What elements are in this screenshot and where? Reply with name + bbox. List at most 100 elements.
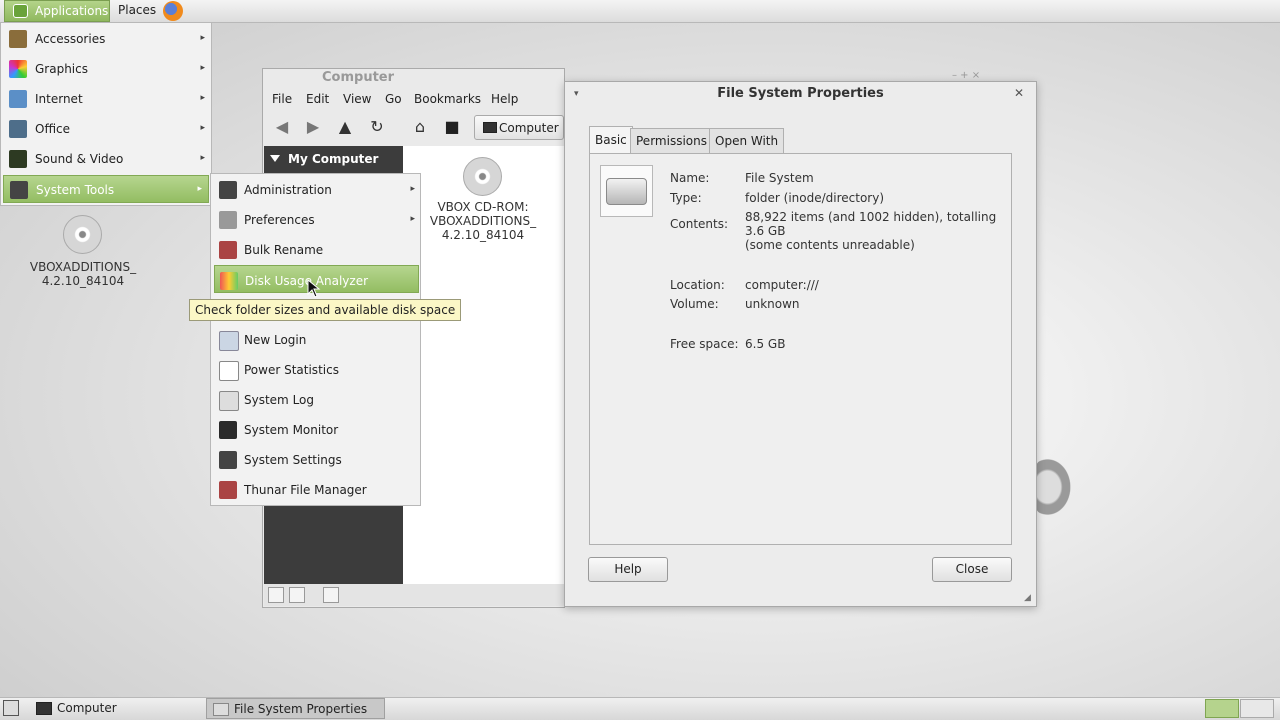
- mint-logo-icon: [13, 4, 28, 18]
- menu-item-label: System Log: [244, 393, 314, 407]
- menu-item-accessories[interactable]: Accessories ▸: [3, 25, 211, 53]
- graphics-icon: [9, 60, 27, 78]
- location-label: Location:: [670, 278, 725, 292]
- cd-rom-label: VBOX CD-ROM: VBOXADDITIONS_ 4.2.10_84104: [423, 200, 543, 242]
- side-pane-header-label: My Computer: [288, 152, 379, 166]
- applications-menu-button[interactable]: Applications: [4, 0, 110, 22]
- toggle-sidebar-icon[interactable]: [323, 587, 339, 603]
- menu-item-office[interactable]: Office ▸: [3, 115, 211, 143]
- applications-menu: Accessories ▸ Graphics ▸ Internet ▸ Offi…: [0, 22, 212, 206]
- workspace-2[interactable]: [1240, 699, 1274, 718]
- system-monitor-icon: [219, 421, 237, 439]
- computer-icon[interactable]: ■: [442, 117, 462, 137]
- menu-item-label: System Monitor: [244, 423, 339, 437]
- taskbar-item-label: File System Properties: [234, 702, 368, 716]
- menu-item-label: Thunar File Manager: [244, 483, 367, 497]
- menu-item-administration[interactable]: Administration ▸: [214, 175, 419, 203]
- tab-open-with[interactable]: Open With: [709, 128, 785, 153]
- system-tools-icon: [10, 181, 28, 199]
- desktop-icon-label-line1: VBOXADDITIONS_: [29, 260, 137, 274]
- taskbar-item-computer[interactable]: Computer: [30, 698, 202, 719]
- office-icon: [9, 120, 27, 138]
- contents-value-line3: (some contents unreadable): [745, 238, 915, 252]
- menu-item-sound-video[interactable]: Sound & Video ▸: [3, 145, 211, 173]
- window-controls[interactable]: – + ×: [952, 70, 980, 81]
- menu-item-label: System Tools: [36, 183, 115, 197]
- menu-bookmarks[interactable]: Bookmarks: [414, 92, 481, 106]
- sound-video-icon: [9, 150, 27, 168]
- bulk-rename-icon: [219, 241, 237, 259]
- close-button[interactable]: Close: [932, 557, 1012, 582]
- cd-rom-label-line2: VBOXADDITIONS_: [429, 214, 537, 228]
- show-desktop-icon[interactable]: [3, 700, 19, 716]
- menu-item-system-settings[interactable]: System Settings: [214, 445, 419, 473]
- menu-item-label: Internet: [35, 92, 83, 106]
- tab-permissions[interactable]: Permissions: [630, 128, 713, 153]
- computer-small-icon: [483, 122, 497, 133]
- dialog-title: File System Properties: [717, 86, 884, 101]
- contents-label: Contents:: [670, 217, 729, 231]
- menu-item-power-statistics[interactable]: Power Statistics: [214, 355, 419, 383]
- disk-usage-analyzer-icon: [220, 272, 238, 290]
- menu-item-internet[interactable]: Internet ▸: [3, 85, 211, 113]
- type-label: Type:: [670, 191, 702, 205]
- type-value: folder (inode/directory): [745, 191, 885, 205]
- places-pane-icon[interactable]: [268, 587, 284, 603]
- submenu-arrow-icon: ▸: [200, 93, 205, 103]
- menu-help[interactable]: Help: [491, 92, 518, 106]
- side-pane-header[interactable]: My Computer: [264, 146, 403, 172]
- cd-rom-icon[interactable]: [463, 157, 502, 196]
- menu-file[interactable]: File: [272, 92, 292, 106]
- system-settings-icon: [219, 451, 237, 469]
- desktop-icon-label: VBOXADDITIONS_ 4.2.10_84104: [20, 260, 146, 288]
- submenu-arrow-icon: ▸: [200, 153, 205, 163]
- menu-edit[interactable]: Edit: [306, 92, 329, 106]
- cd-disc-icon[interactable]: [63, 215, 102, 254]
- mouse-cursor-icon: [307, 279, 321, 298]
- menu-item-graphics[interactable]: Graphics ▸: [3, 55, 211, 83]
- workspace-1[interactable]: [1205, 699, 1239, 718]
- up-icon[interactable]: ▲: [335, 117, 355, 137]
- menu-go[interactable]: Go: [385, 92, 402, 106]
- menu-item-label: New Login: [244, 333, 307, 347]
- back-icon[interactable]: ◀: [272, 117, 292, 137]
- submenu-arrow-icon: ▸: [200, 123, 205, 133]
- computer-small-icon: [36, 702, 52, 715]
- resize-grip-icon[interactable]: ◢: [1024, 593, 1031, 603]
- menu-item-system-monitor[interactable]: System Monitor: [214, 415, 419, 443]
- menu-item-bulk-rename[interactable]: Bulk Rename: [214, 235, 419, 263]
- menu-item-new-login[interactable]: New Login: [214, 325, 419, 353]
- tab-basic[interactable]: Basic: [589, 126, 633, 153]
- submenu-arrow-icon: ▸: [410, 214, 415, 224]
- menu-item-preferences[interactable]: Preferences ▸: [214, 205, 419, 233]
- menu-item-thunar-file-manager[interactable]: Thunar File Manager: [214, 475, 419, 503]
- reload-icon[interactable]: ↻: [367, 117, 387, 137]
- forward-icon[interactable]: ▶: [303, 117, 323, 137]
- menu-item-system-log[interactable]: System Log: [214, 385, 419, 413]
- tree-pane-icon[interactable]: [289, 587, 305, 603]
- submenu-arrow-icon: ▸: [200, 63, 205, 73]
- menu-item-label: Sound & Video: [35, 152, 124, 166]
- menu-item-label: Graphics: [35, 62, 88, 76]
- top-panel: [0, 0, 1280, 23]
- places-menu-button[interactable]: Places: [118, 3, 156, 17]
- menu-view[interactable]: View: [343, 92, 371, 106]
- close-icon[interactable]: ✕: [1014, 86, 1024, 100]
- power-statistics-icon: [219, 361, 239, 381]
- desktop-icon-label-line2: 4.2.10_84104: [41, 274, 125, 288]
- free-space-label: Free space:: [670, 337, 739, 351]
- location-value: computer:///: [745, 278, 819, 292]
- volume-label: Volume:: [670, 297, 719, 311]
- menu-item-label: Bulk Rename: [244, 243, 324, 257]
- home-icon[interactable]: ⌂: [410, 117, 430, 137]
- firefox-icon[interactable]: [163, 1, 183, 21]
- accessories-icon: [9, 30, 27, 48]
- help-button[interactable]: Help: [588, 557, 668, 582]
- taskbar-item-file-system-properties[interactable]: File System Properties: [206, 698, 385, 719]
- menu-item-system-tools[interactable]: System Tools ▸: [3, 175, 209, 203]
- hard-drive-icon: [606, 178, 647, 205]
- submenu-arrow-icon: ▸: [410, 184, 415, 194]
- path-button-computer[interactable]: Computer: [474, 115, 564, 140]
- administration-icon: [219, 181, 237, 199]
- applications-label: Applications: [35, 4, 109, 18]
